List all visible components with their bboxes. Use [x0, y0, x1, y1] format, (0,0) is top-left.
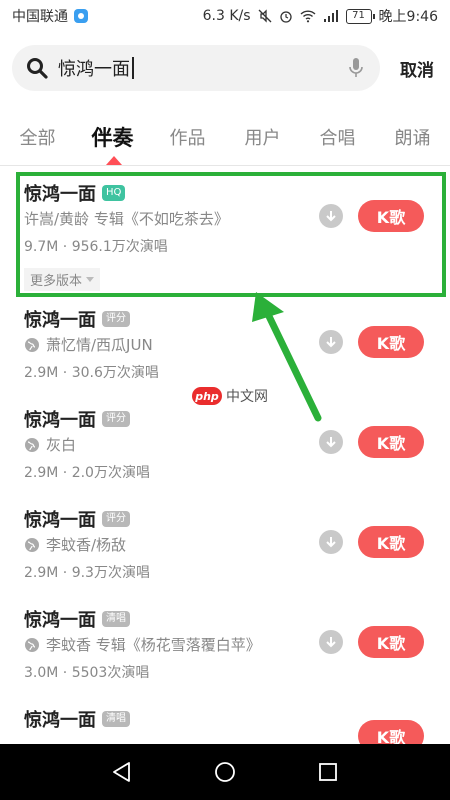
globe-icon: [25, 637, 39, 652]
rating-badge: 评分: [102, 511, 130, 527]
tab-recitation[interactable]: 朗诵: [375, 124, 450, 150]
battery-icon: 71: [345, 8, 375, 24]
globe-icon: [25, 537, 39, 552]
active-tab-indicator: [106, 156, 122, 165]
watermark-text: 中文网: [226, 389, 268, 405]
tab-accompaniment[interactable]: 伴奏: [75, 122, 150, 152]
song-meta: 2.9M · 30.6万次演唱: [24, 365, 159, 381]
cancel-button[interactable]: 取消: [400, 56, 434, 81]
song-meta: 2.9M · 2.0万次演唱: [24, 465, 150, 481]
tab-works[interactable]: 作品: [150, 124, 225, 150]
tab-chorus[interactable]: 合唱: [300, 124, 375, 150]
song-title: 惊鸿一面: [24, 710, 96, 731]
list-item[interactable]: 惊鸿一面 评分 李蚊香/杨敌 2.9M · 9.3万次演唱 K歌: [0, 492, 450, 592]
k-song-button[interactable]: K歌: [358, 526, 424, 558]
globe-icon: [25, 437, 39, 452]
clock: 晚上9:46: [378, 9, 438, 25]
acapella-badge: 清唱: [102, 711, 130, 727]
watermark-logo: php: [192, 387, 222, 405]
search-query: 惊鸿一面: [58, 55, 348, 81]
search-input[interactable]: 惊鸿一面: [12, 45, 380, 91]
song-title: 惊鸿一面: [24, 510, 96, 531]
rating-badge: 评分: [102, 411, 130, 427]
acapella-badge: 清唱: [102, 611, 130, 627]
song-subtitle: 李蚊香/杨敌: [46, 536, 127, 554]
song-title: 惊鸿一面: [24, 310, 96, 331]
back-icon[interactable]: [110, 760, 134, 784]
song-title: 惊鸿一面: [24, 410, 96, 431]
wifi-icon: [300, 10, 316, 23]
song-subtitle: 萧忆情/西瓜JUN: [46, 336, 153, 354]
k-song-button[interactable]: K歌: [358, 626, 424, 658]
download-button[interactable]: [319, 330, 343, 354]
recent-apps-icon[interactable]: [316, 760, 340, 784]
download-button[interactable]: [319, 430, 343, 454]
microphone-icon[interactable]: [348, 57, 364, 79]
search-row: 惊鸿一面 取消: [0, 42, 450, 94]
navigation-bar: [0, 744, 450, 800]
watermark: php 中文网: [192, 386, 268, 406]
notification-app-icon: [74, 9, 88, 23]
tab-users[interactable]: 用户: [225, 124, 300, 150]
download-icon: [326, 537, 336, 548]
home-icon[interactable]: [213, 760, 237, 784]
carrier-name: 中国联通: [12, 9, 68, 25]
download-icon: [326, 437, 336, 448]
download-icon: [326, 337, 336, 348]
signal-icon: [323, 10, 338, 22]
text-caret: [132, 57, 134, 79]
k-song-button[interactable]: K歌: [358, 326, 424, 358]
tab-all[interactable]: 全部: [0, 124, 75, 150]
status-bar: 中国联通 6.3 K/s 71 晚上9:46: [0, 0, 450, 32]
list-item[interactable]: 惊鸿一面 评分 灰白 2.9M · 2.0万次演唱 K歌: [0, 392, 450, 492]
song-subtitle: 李蚊香 专辑《杨花雪落覆白苹》: [46, 636, 261, 654]
highlight-box: [16, 172, 446, 297]
network-speed: 6.3 K/s: [202, 8, 251, 24]
song-subtitle: 灰白: [46, 436, 77, 454]
globe-icon: [25, 337, 39, 352]
download-button[interactable]: [319, 630, 343, 654]
search-icon: [27, 58, 48, 79]
k-song-button[interactable]: K歌: [358, 426, 424, 458]
download-button[interactable]: [319, 530, 343, 554]
alarm-icon: [279, 11, 292, 23]
song-meta: 2.9M · 9.3万次演唱: [24, 565, 150, 581]
mute-icon: [258, 9, 272, 23]
song-title: 惊鸿一面: [24, 610, 96, 631]
list-item[interactable]: 惊鸿一面 清唱 李蚊香 专辑《杨花雪落覆白苹》 3.0M · 5503次演唱 K…: [0, 592, 450, 692]
download-icon: [326, 637, 336, 648]
list-item[interactable]: 惊鸿一面 评分 萧忆情/西瓜JUN 2.9M · 30.6万次演唱 K歌: [0, 292, 450, 392]
song-meta: 3.0M · 5503次演唱: [24, 665, 150, 681]
category-tabs: 全部 伴奏 作品 用户 合唱 朗诵: [0, 112, 450, 162]
rating-badge: 评分: [102, 311, 130, 327]
